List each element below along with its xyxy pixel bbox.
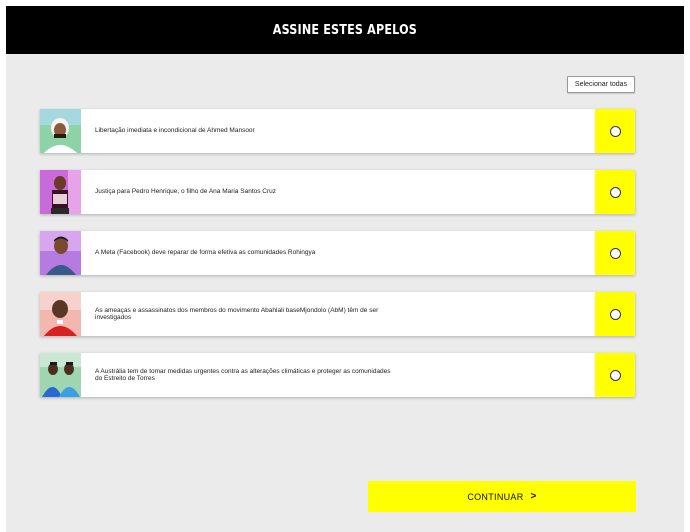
appeal-text: Libertação imediata e incondicional de A…	[95, 127, 255, 135]
appeal-card[interactable]: Libertação imediata e incondicional de A…	[40, 109, 635, 153]
appeal-photo	[40, 231, 81, 275]
header-bar: ASSINE ESTES APELOS	[6, 6, 684, 54]
radio-button[interactable]	[609, 247, 621, 259]
appeal-photo	[40, 353, 81, 397]
appeal-card[interactable]: As ameaças e assassinatos dos membros do…	[40, 292, 635, 336]
appeal-text: As ameaças e assassinatos dos membros do…	[95, 306, 379, 322]
appeal-photo	[40, 292, 81, 336]
chevron-right-icon: >	[530, 491, 537, 502]
radio-button[interactable]	[609, 186, 621, 198]
appeal-text: Justiça para Pedro Henrique, o filho de …	[95, 188, 277, 196]
select-all-button[interactable]: Selecionar todas	[567, 76, 635, 93]
appeal-photo	[40, 109, 81, 153]
appeal-select-area[interactable]	[595, 231, 635, 275]
appeal-card[interactable]: Justiça para Pedro Henrique, o filho de …	[40, 170, 635, 214]
appeal-photo	[40, 170, 81, 214]
appeal-card[interactable]: A Austrália tem de tomar medidas urgente…	[40, 353, 635, 397]
continue-button[interactable]: CONTINUAR >	[368, 481, 636, 512]
appeal-text: A Meta (Facebook) deve reparar de forma …	[95, 249, 316, 257]
appeal-select-area[interactable]	[595, 109, 635, 153]
appeals-list: Libertação imediata e incondicional de A…	[40, 109, 635, 414]
appeal-select-area[interactable]	[595, 170, 635, 214]
continue-label: CONTINUAR	[467, 491, 524, 502]
radio-button[interactable]	[609, 125, 621, 137]
radio-button[interactable]	[609, 308, 621, 320]
appeal-select-area[interactable]	[595, 292, 635, 336]
page-title: ASSINE ESTES APELOS	[272, 22, 418, 38]
appeal-text: A Austrália tem de tomar medidas urgente…	[95, 367, 391, 383]
appeal-select-area[interactable]	[595, 353, 635, 397]
radio-button[interactable]	[609, 369, 621, 381]
appeal-card[interactable]: A Meta (Facebook) deve reparar de forma …	[40, 231, 635, 275]
